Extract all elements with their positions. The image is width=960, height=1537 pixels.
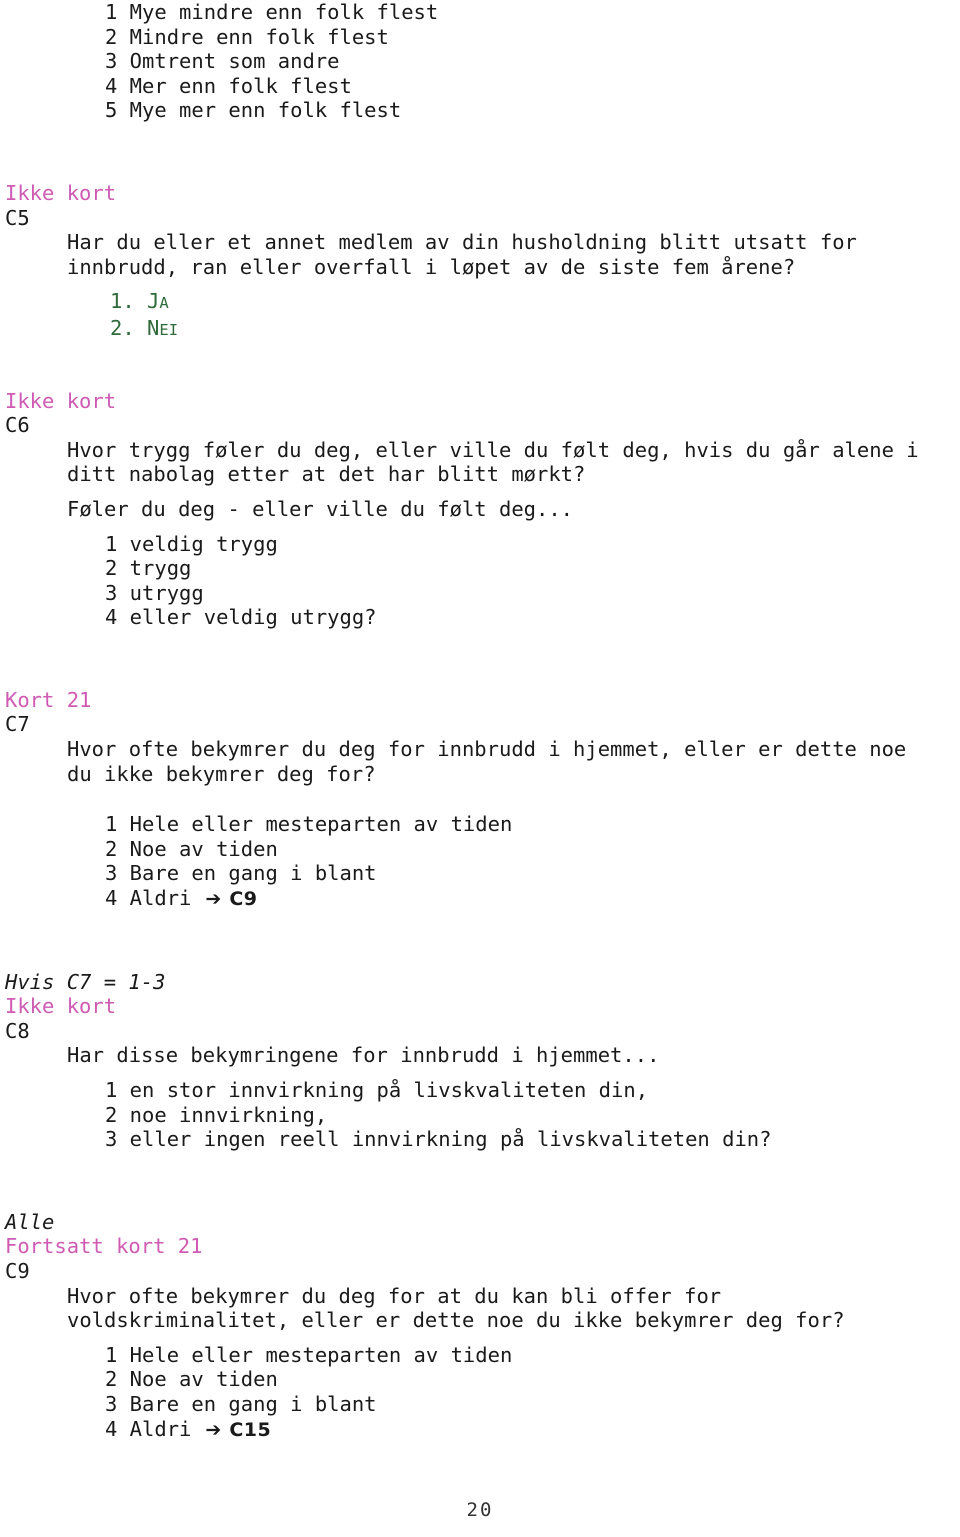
question-text-line: Har du eller et annet medlem av din hush… bbox=[67, 230, 857, 255]
answer-option[interactable]: 2 noe innvirkning, bbox=[105, 1103, 960, 1128]
question-block-c9: Alle Fortsatt kort 21 C9 Hvor ofte bekym… bbox=[0, 1210, 960, 1442]
answer-option[interactable]: 1. JA bbox=[110, 289, 960, 316]
option-label-rest: EI bbox=[159, 320, 179, 339]
answer-option[interactable]: 1 Hele eller mesteparten av tiden bbox=[105, 1343, 960, 1368]
answer-option[interactable]: 1 veldig trygg bbox=[105, 532, 960, 557]
question-code: C9 bbox=[5, 1258, 30, 1283]
question-block-c5: Ikke kort C5 Har du eller et annet medle… bbox=[0, 181, 960, 343]
routing-condition: Hvis C7 = 1-3 bbox=[5, 969, 166, 994]
option-label-first: N bbox=[147, 315, 160, 340]
question-text-line: du ikke bekymrer deg for? bbox=[67, 761, 376, 786]
card-label: Kort 21 bbox=[5, 687, 92, 712]
question-block-c7: Kort 21 C7 Hvor ofte bekymrer du deg for… bbox=[0, 688, 960, 912]
question-text-line: Hvor trygg føler du deg, eller ville du … bbox=[67, 437, 919, 462]
question-text-line: Hvor ofte bekymrer du deg for innbrudd i… bbox=[67, 737, 907, 762]
scale-options-continued: 1 Mye mindre enn folk flest 2 Mindre enn… bbox=[0, 0, 960, 123]
question-text-line: ditt nabolag etter at det har blitt mørk… bbox=[67, 462, 586, 487]
answer-option[interactable]: 2 Noe av tiden bbox=[105, 837, 960, 862]
answer-option[interactable]: 3 Bare en gang i blant bbox=[105, 1392, 960, 1417]
question-text-line: innbrudd, ran eller overfall i løpet av … bbox=[67, 254, 796, 279]
answer-option[interactable]: 1 Hele eller mesteparten av tiden bbox=[105, 812, 960, 837]
answer-option[interactable]: 2. NEI bbox=[110, 316, 960, 343]
question-code: C8 bbox=[5, 1018, 30, 1043]
answer-option[interactable]: 4 eller veldig utrygg? bbox=[105, 605, 960, 630]
question-code: C6 bbox=[5, 413, 30, 438]
scale-option: 1 Mye mindre enn folk flest bbox=[105, 0, 439, 24]
answer-option-label: 4 Aldri bbox=[105, 1416, 192, 1441]
answer-option[interactable]: 1 en stor innvirkning på livskvaliteten … bbox=[105, 1078, 960, 1103]
answer-option-with-skip[interactable]: 4 Aldri ➔ C9 bbox=[105, 886, 960, 912]
card-label: Ikke kort bbox=[5, 994, 117, 1019]
answer-option[interactable]: 3 Bare en gang i blant bbox=[105, 861, 960, 886]
card-label: Ikke kort bbox=[5, 388, 117, 413]
page-number: 20 bbox=[466, 1499, 494, 1521]
routing-condition: Alle bbox=[5, 1209, 55, 1234]
question-text-line: Hvor ofte bekymrer du deg for at du kan … bbox=[67, 1283, 722, 1308]
question-intro-line: Føler du deg - eller ville du følt deg..… bbox=[67, 496, 574, 521]
option-number: 2. bbox=[110, 315, 135, 340]
answer-option[interactable]: 3 eller ingen reell innvirkning på livsk… bbox=[105, 1127, 960, 1152]
skip-target[interactable]: C15 bbox=[229, 1419, 271, 1441]
question-text-line: voldskriminalitet, eller er dette noe du… bbox=[67, 1308, 845, 1333]
answer-option-label: 4 Aldri bbox=[105, 886, 192, 911]
scale-option: 3 Omtrent som andre bbox=[105, 49, 340, 74]
card-label: Ikke kort bbox=[5, 180, 117, 205]
questionnaire-page: 1 Mye mindre enn folk flest 2 Mindre enn… bbox=[0, 0, 960, 1537]
option-label-rest: A bbox=[159, 294, 169, 313]
skip-arrow-icon: ➔ bbox=[205, 1418, 222, 1441]
answer-option[interactable]: 3 utrygg bbox=[105, 581, 960, 606]
card-label: Fortsatt kort 21 bbox=[5, 1234, 203, 1259]
question-block-c6: Ikke kort C6 Hvor trygg føler du deg, el… bbox=[0, 389, 960, 630]
skip-target[interactable]: C9 bbox=[229, 888, 257, 910]
scale-option: 4 Mer enn folk flest bbox=[105, 73, 352, 98]
question-code: C7 bbox=[5, 712, 30, 737]
question-code: C5 bbox=[5, 205, 30, 230]
option-label-first: J bbox=[147, 289, 160, 314]
skip-arrow-icon: ➔ bbox=[205, 888, 222, 911]
option-number: 1. bbox=[110, 289, 135, 314]
answer-option[interactable]: 2 trygg bbox=[105, 556, 960, 581]
scale-option: 2 Mindre enn folk flest bbox=[105, 24, 389, 49]
question-block-c8: Hvis C7 = 1-3 Ikke kort C8 Har disse bek… bbox=[0, 970, 960, 1152]
question-text-line: Har disse bekymringene for innbrudd i hj… bbox=[67, 1043, 660, 1068]
answer-option-with-skip[interactable]: 4 Aldri ➔ C15 bbox=[105, 1417, 960, 1443]
scale-option: 5 Mye mer enn folk flest bbox=[105, 98, 402, 123]
answer-option[interactable]: 2 Noe av tiden bbox=[105, 1367, 960, 1392]
